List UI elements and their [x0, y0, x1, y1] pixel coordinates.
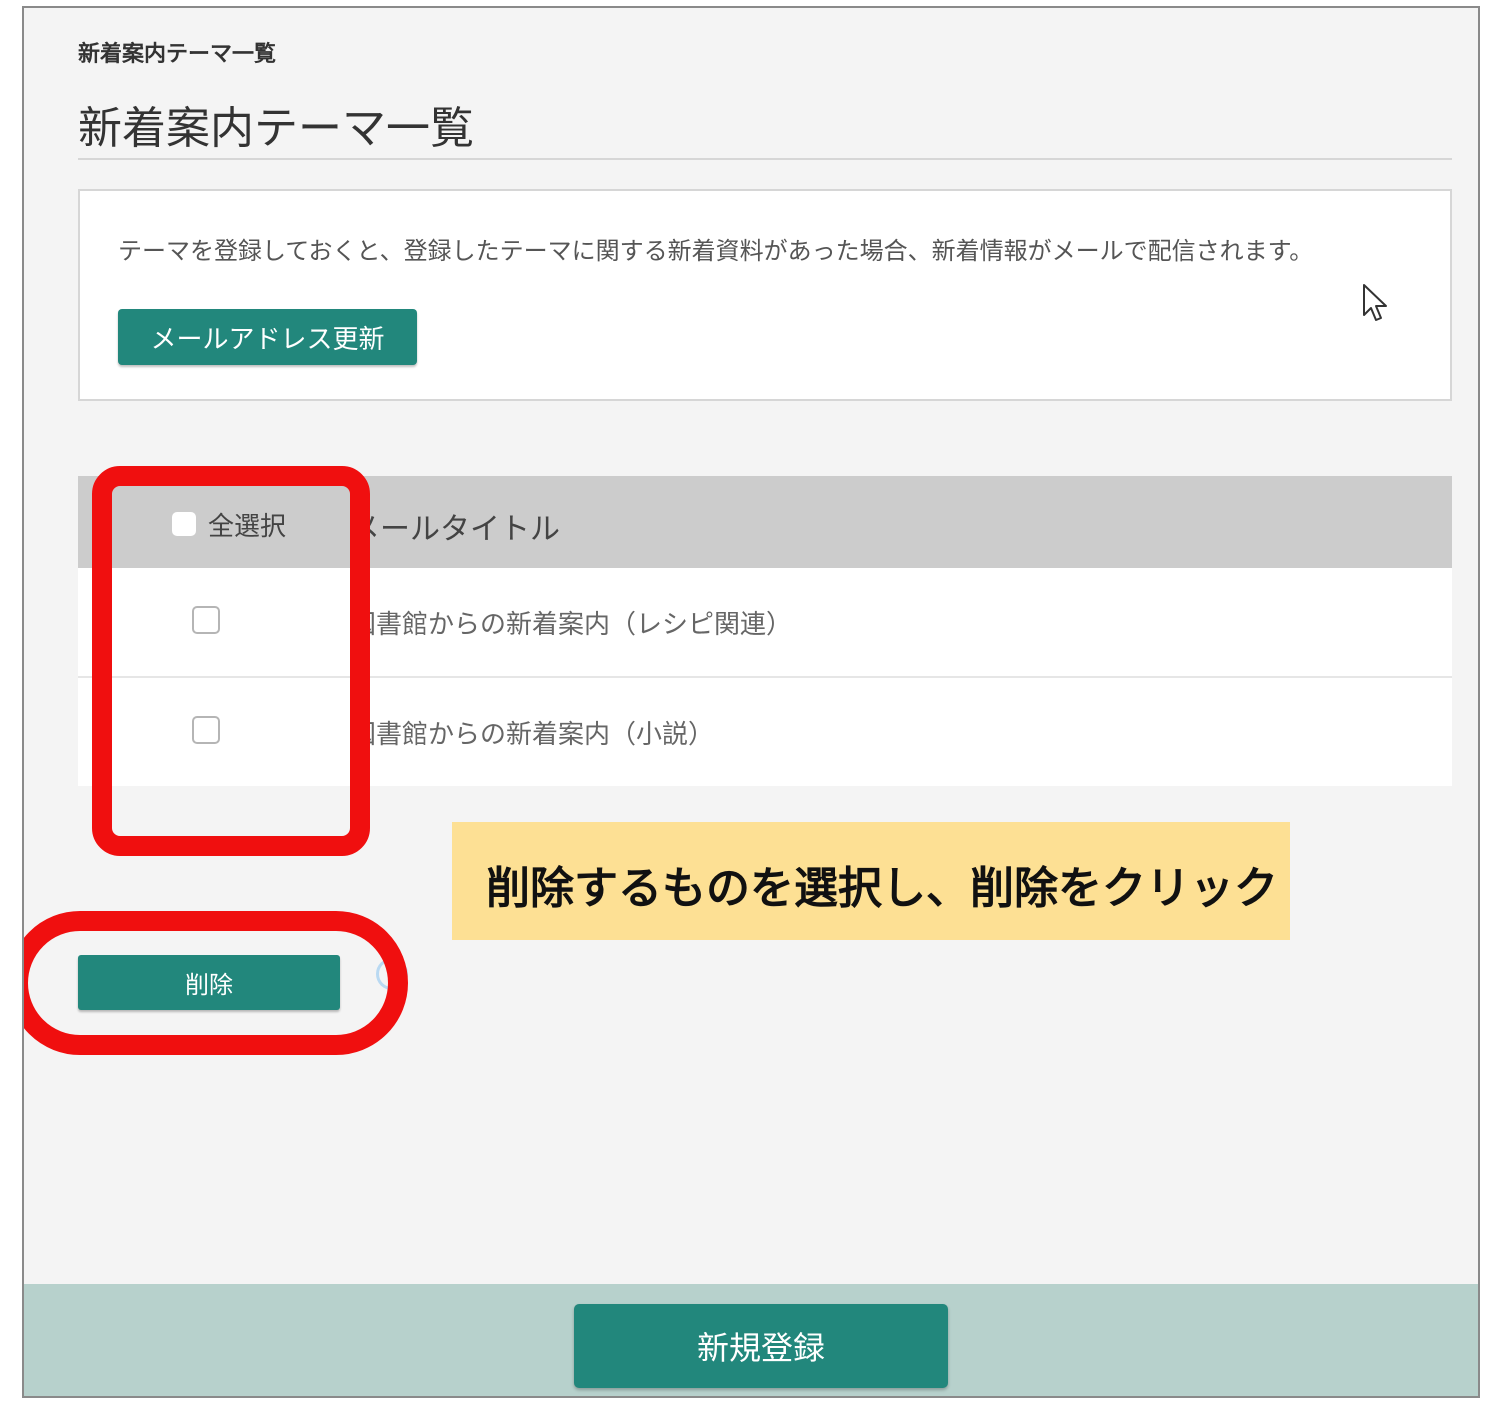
breadcrumb: 新着案内テーマ一覧: [78, 42, 277, 67]
page-title: 新着案内テーマ一覧: [78, 103, 474, 154]
table-row: 図書館からの新着案内（小説）: [78, 678, 1452, 786]
theme-table: 全選択 メールタイトル 図書館からの新着案内（レシピ関連） 図書館からの新着案内…: [78, 476, 1452, 786]
title-divider: [78, 158, 1452, 160]
cursor-icon: [1363, 284, 1387, 321]
loading-icon: [376, 958, 408, 990]
row-checkbox[interactable]: [192, 716, 220, 744]
new-registration-button[interactable]: 新規登録: [574, 1304, 948, 1388]
main-frame: 新着案内テーマ一覧 新着案内テーマ一覧 テーマを登録しておくと、登録したテーマに…: [22, 6, 1480, 1398]
info-text: テーマを登録しておくと、登録したテーマに関する新着資料があった場合、新着情報がメ…: [118, 237, 1314, 265]
table-header: 全選択 メールタイトル: [78, 476, 1452, 568]
delete-button[interactable]: 削除: [78, 955, 340, 1010]
info-panel: テーマを登録しておくと、登録したテーマに関する新着資料があった場合、新着情報がメ…: [78, 189, 1452, 401]
select-all-label: 全選択: [208, 512, 287, 542]
column-header-mail-title: メールタイトル: [350, 512, 560, 547]
mail-title-cell: 図書館からの新着案内（小説）: [350, 720, 715, 750]
select-all-checkbox[interactable]: [172, 512, 196, 536]
row-checkbox[interactable]: [192, 606, 220, 634]
table-row: 図書館からの新着案内（レシピ関連）: [78, 568, 1452, 678]
callout-text: 削除するものを選択し、削除をクリック: [486, 863, 1278, 914]
update-email-button[interactable]: メールアドレス更新: [118, 309, 417, 365]
instruction-callout: 削除するものを選択し、削除をクリック: [452, 822, 1290, 940]
footer-bar: 新規登録: [24, 1284, 1478, 1396]
mail-title-cell: 図書館からの新着案内（レシピ関連）: [350, 610, 793, 640]
